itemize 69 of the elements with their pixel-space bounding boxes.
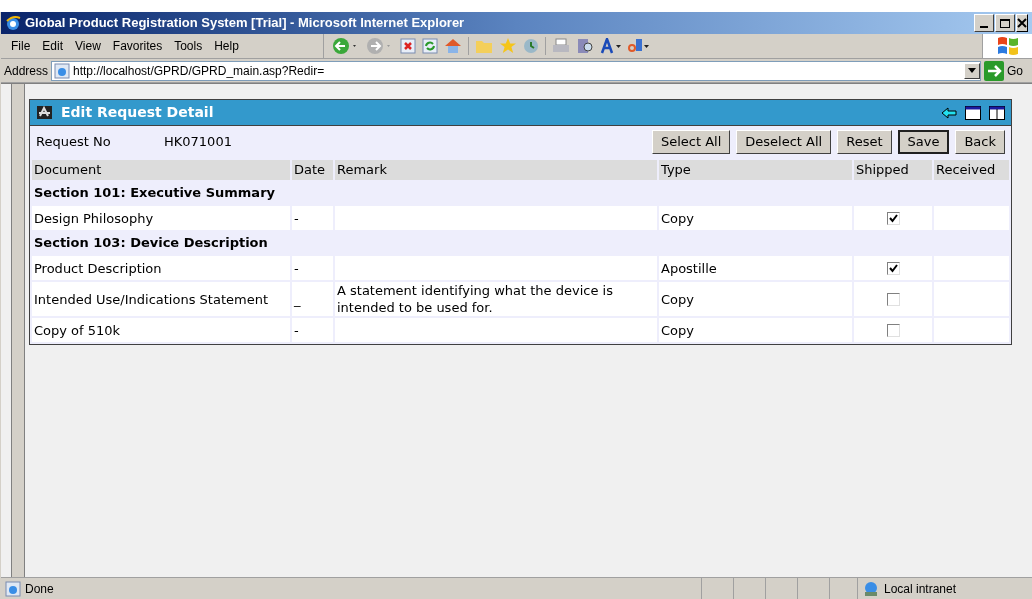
- shipped-checkbox[interactable]: [886, 212, 900, 226]
- action-button[interactable]: Select All: [651, 130, 731, 154]
- panel-title: Edit Request Detail: [61, 103, 215, 122]
- zone-text: Local intranet: [884, 580, 957, 598]
- action-button[interactable]: Deselect All: [736, 130, 832, 154]
- column-header: Shipped: [854, 160, 932, 180]
- shipped-checkbox[interactable]: [886, 293, 900, 307]
- request-label: Request No: [36, 133, 112, 152]
- table-cell: Copy: [659, 318, 852, 342]
- star-icon[interactable]: [499, 38, 517, 54]
- table-cell: Intended Use/Indications Statement: [32, 282, 290, 316]
- section-heading: Section 101: Executive Summary: [34, 185, 276, 201]
- action-button[interactable]: Back: [955, 130, 1005, 154]
- column-header: Received: [934, 160, 1009, 180]
- preview-icon[interactable]: [576, 38, 594, 54]
- app-logo-icon: [36, 105, 53, 120]
- table-cell: -: [292, 256, 333, 280]
- shipped-checkbox[interactable]: [886, 324, 900, 338]
- address-field[interactable]: http://localhost/GPRD/GPRD_main.asp?Redir=: [51, 60, 981, 81]
- frame-border[interactable]: [11, 84, 25, 577]
- minimize-button[interactable]: [974, 14, 994, 32]
- menu-item[interactable]: Edit: [36, 37, 70, 55]
- translate-icon[interactable]: [628, 38, 650, 54]
- action-button[interactable]: Reset: [837, 130, 892, 154]
- menu-item[interactable]: Favorites: [106, 37, 169, 55]
- close-button[interactable]: [1016, 14, 1028, 32]
- stop-icon[interactable]: [400, 38, 416, 54]
- menu-item[interactable]: Help: [208, 37, 245, 55]
- shipped-checkbox[interactable]: [886, 262, 900, 276]
- table-cell: Design Philosophy: [32, 206, 290, 230]
- status-text: Done: [25, 580, 54, 598]
- column-header: Type: [659, 160, 852, 180]
- dropdown-button[interactable]: [964, 62, 980, 79]
- column-header: Remark: [335, 160, 657, 180]
- menu-item[interactable]: Tools: [168, 37, 209, 55]
- network-icon: [862, 580, 880, 597]
- printer-icon[interactable]: [552, 38, 570, 54]
- column-header: Document: [32, 160, 290, 180]
- address-label: Address: [4, 62, 49, 80]
- table-cell: -: [292, 206, 333, 230]
- table-cell: Apostille: [659, 256, 852, 280]
- window-title: Global Product Registration System [Trial] - Microsoft Internet Explorer: [25, 14, 466, 33]
- windows-logo-icon: [995, 35, 1020, 57]
- column-header: Date: [292, 160, 333, 180]
- caret-icon: [968, 68, 976, 73]
- window-icon[interactable]: [965, 105, 981, 120]
- page-icon: [54, 62, 71, 79]
- refresh-icon[interactable]: [422, 38, 438, 54]
- table-cell: -: [292, 318, 333, 342]
- page-icon: [5, 580, 21, 597]
- table-cell: _: [292, 282, 333, 316]
- back-arrow-icon[interactable]: [941, 106, 957, 119]
- split-window-icon[interactable]: [989, 105, 1005, 120]
- menu-item[interactable]: View: [69, 37, 107, 55]
- maximize-button[interactable]: [995, 14, 1015, 32]
- table-cell: A statement identifying what the device is intended to be used for.: [335, 282, 657, 316]
- section-heading: Section 103: Device Description: [34, 235, 268, 251]
- table-cell: Copy: [659, 206, 852, 230]
- menu-item[interactable]: File: [5, 37, 37, 55]
- browser-icon: [5, 15, 21, 31]
- history-icon[interactable]: [523, 38, 539, 54]
- table-cell: Copy: [659, 282, 852, 316]
- table-cell: Copy of 510k: [32, 318, 290, 342]
- home-icon[interactable]: [444, 38, 462, 54]
- go-button[interactable]: Go: [1007, 61, 1029, 80]
- font-size-icon[interactable]: [600, 38, 622, 54]
- table-cell: Product Description: [32, 256, 290, 280]
- action-button[interactable]: Save: [897, 130, 950, 154]
- request-number: HK071001: [164, 133, 233, 152]
